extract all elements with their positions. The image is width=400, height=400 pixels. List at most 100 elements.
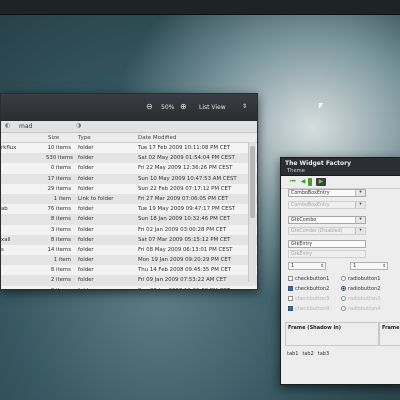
checkbutton-label: checkbutton3 bbox=[295, 296, 330, 302]
gtk-combo-arrow-icon[interactable]: ▾ bbox=[355, 217, 365, 223]
cell-type: folder bbox=[78, 246, 94, 253]
cell-date: Fri 09 Jan 2009 07:53:22 AM CET bbox=[138, 277, 227, 284]
gtk-combo-disabled-arrow-icon: ▾ bbox=[355, 228, 365, 234]
window-title: The Widget Factory bbox=[281, 158, 400, 168]
combobox-arrow-icon[interactable]: ▾ bbox=[355, 190, 365, 196]
spin-button-2-value: 1 bbox=[353, 264, 357, 269]
tab-2[interactable]: tab2 bbox=[302, 351, 313, 357]
checkbox-icon[interactable] bbox=[288, 276, 293, 281]
gtk-combo[interactable]: GtkCombo ▾ bbox=[288, 216, 366, 224]
gtk-entry[interactable]: GtkEntry bbox=[288, 240, 366, 248]
checkbox-icon[interactable] bbox=[288, 286, 293, 291]
table-row[interactable]: 2 items folder Fri 09 Jan 2009 07:53:22 AM… bbox=[1, 275, 257, 286]
combobox-entry[interactable]: ComboBoxEntry ▾ bbox=[288, 189, 366, 197]
goto-last-icon[interactable]: ▶ bbox=[316, 178, 326, 186]
cell-size: 10 items bbox=[47, 145, 71, 151]
zoom-out-icon[interactable]: ⊖ bbox=[146, 102, 153, 111]
top-panel bbox=[0, 0, 400, 15]
cell-type: folder bbox=[78, 155, 94, 162]
frame-label: Frame bbox=[382, 325, 400, 331]
view-mode-arrow-icon[interactable]: ⇕ bbox=[242, 103, 247, 110]
zoom-level: 50% bbox=[161, 104, 175, 111]
table-row[interactable]: 1 item folder Mon 19 Jan 2009 09:20:29 PM … bbox=[1, 255, 257, 266]
frame-shadow-in-label: Frame (Shadow in) bbox=[288, 325, 342, 331]
cell-type: folder bbox=[78, 277, 94, 284]
table-row[interactable]: s 14 items folder Fri 08 May 2009 06:13:01 … bbox=[1, 245, 257, 255]
checkbutton-label: checkbutton1 bbox=[295, 276, 330, 282]
go-forward-icon[interactable] bbox=[308, 178, 312, 186]
table-row[interactable]: rkflux 10 items folder Tue 17 Feb 2009 10:1… bbox=[1, 143, 257, 153]
scrollbar-thumb[interactable] bbox=[250, 146, 255, 218]
spin-button-1[interactable]: 1 ⇕ bbox=[288, 262, 326, 270]
table-row[interactable]: 0 items folder Sun 08 Jan 2008 12:02:00 PM… bbox=[1, 286, 257, 289]
spin-button-2[interactable]: 1 ⇕ bbox=[350, 262, 388, 270]
radiobutton-label: radiobutton3 bbox=[348, 296, 381, 302]
gtk-combo-disabled: GtkCombo (Disabled) ▾ bbox=[288, 227, 366, 235]
cell-name: ab bbox=[1, 206, 8, 213]
table-row[interactable]: 17 items folder Sun 10 May 2009 10:47:53 A… bbox=[1, 173, 257, 184]
path-segment[interactable]: mad bbox=[19, 123, 32, 130]
table-row[interactable]: 8 items folder Sun 18 Jan 2009 10:32:46 PM… bbox=[1, 214, 257, 225]
cell-type: folder bbox=[78, 145, 94, 151]
table-row[interactable]: 3 items folder Fri 02 Jan 2009 03:00:28 PM… bbox=[1, 225, 257, 235]
view-mode-select[interactable]: List View bbox=[199, 104, 226, 111]
gtk-combo-text: GtkCombo bbox=[291, 218, 317, 223]
toolbar: ⏮ ◀ ▶ bbox=[281, 176, 400, 189]
table-row[interactable]: 29 items folder Sun 22 Feb 2009 07:17:12 P… bbox=[1, 184, 257, 194]
widget-factory-window: The Widget Factory Theme ⏮ ◀ ▶ ComboBoxE… bbox=[280, 157, 400, 385]
checkbutton-1[interactable]: checkbutton1 bbox=[288, 276, 329, 282]
radio-icon[interactable] bbox=[341, 286, 346, 291]
cell-date: Sat 07 Mar 2009 05:15:12 PM CET bbox=[138, 236, 231, 243]
radio-icon[interactable] bbox=[341, 276, 346, 281]
spin-arrows-icon[interactable]: ⇕ bbox=[320, 263, 324, 270]
gtk-combo-disabled-text: GtkCombo (Disabled) bbox=[291, 229, 343, 234]
goto-first-icon[interactable]: ⏮ bbox=[288, 178, 298, 186]
cell-date: Fri 08 May 2009 06:13:01 PM CEST bbox=[138, 246, 233, 253]
checkbutton-label: checkbutton2 bbox=[295, 286, 330, 292]
cell-date: Sun 22 Feb 2009 07:17:12 PM CET bbox=[138, 185, 232, 192]
cell-size: 1 item bbox=[53, 195, 71, 202]
combobox-entry-disabled-text: ComboBoxEntry bbox=[291, 203, 330, 208]
table-row[interactable]: ab 76 items folder Tue 19 May 2009 09:47:17… bbox=[1, 204, 257, 214]
tab-1[interactable]: tab1 bbox=[287, 351, 298, 357]
cell-date: Tue 19 May 2009 09:47:17 PM CEST bbox=[138, 206, 236, 213]
cell-size: 29 items bbox=[47, 185, 71, 192]
path-bar: ◐ mad ◑ bbox=[1, 121, 257, 133]
table-row[interactable]: xall 8 items folder Sat 07 Mar 2009 05:15:1… bbox=[1, 234, 257, 245]
path-left-icon[interactable]: ◐ bbox=[5, 122, 10, 129]
column-type[interactable]: Type bbox=[78, 135, 91, 141]
path-right-icon[interactable]: ◑ bbox=[76, 122, 81, 129]
column-size[interactable]: Size bbox=[48, 135, 59, 141]
cell-type: folder bbox=[78, 206, 94, 213]
cell-type: folder bbox=[78, 226, 94, 233]
cell-type: Link to folder bbox=[78, 195, 114, 202]
cell-type: folder bbox=[78, 175, 94, 182]
radiobutton-label: radiobutton4 bbox=[348, 306, 381, 312]
radiobutton-2[interactable]: radiobutton2 bbox=[341, 286, 380, 292]
table-row[interactable]: 1 item Link to folder Fri 27 Mar 2009 07:0… bbox=[1, 193, 257, 205]
file-list: rkflux 10 items folder Tue 17 Feb 2009 10:1… bbox=[1, 143, 257, 289]
gtk-entry-disabled: GtkEntry bbox=[288, 250, 366, 258]
zoom-in-icon[interactable]: ⊕ bbox=[180, 102, 187, 111]
table-row[interactable]: 0 items folder Fri 22 May 2009 12:36:26 PM… bbox=[1, 163, 257, 173]
cell-date: Fri 02 Jan 2009 03:00:28 PM CET bbox=[138, 226, 227, 233]
spin-button-1-value: 1 bbox=[291, 264, 295, 269]
radiobutton-1[interactable]: radiobutton1 bbox=[341, 276, 380, 282]
table-row[interactable]: 530 items folder Sat 02 May 2009 01:54:04 … bbox=[1, 153, 257, 164]
column-date[interactable]: Date Modified bbox=[138, 135, 176, 141]
spin-arrows-icon[interactable]: ⇕ bbox=[382, 263, 386, 270]
combobox-entry-text: ComboBoxEntry bbox=[291, 191, 330, 196]
frame-shadow-in: Frame (Shadow in) bbox=[285, 322, 379, 346]
radiobutton-4: radiobutton4 bbox=[341, 306, 380, 312]
cell-size: 14 items bbox=[47, 246, 71, 253]
menu-theme[interactable]: Theme bbox=[281, 168, 400, 176]
tab-3[interactable]: tab3 bbox=[318, 351, 329, 357]
file-list-scrollbar[interactable] bbox=[248, 142, 256, 282]
combobox-entry-disabled: ComboBoxEntry ▾ bbox=[288, 201, 366, 209]
checkbutton-2[interactable]: checkbutton2 bbox=[288, 286, 329, 292]
table-row[interactable]: 8 items folder Thu 14 Feb 2008 09:45:35 PM… bbox=[1, 265, 257, 275]
checkbutton-4: checkbutton4 bbox=[288, 306, 329, 312]
tab-bar: tab1 tab2 tab3 bbox=[287, 351, 333, 357]
cell-size: 8 items bbox=[50, 216, 71, 223]
go-back-icon[interactable]: ◀ bbox=[298, 178, 308, 186]
